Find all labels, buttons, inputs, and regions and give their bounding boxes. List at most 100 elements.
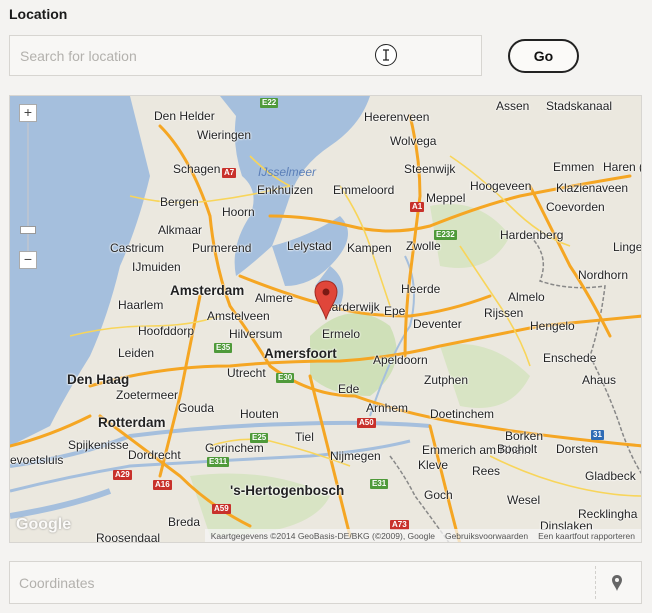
location-search-box[interactable] [9,35,482,76]
map-city-label: Gorinchem [205,441,264,455]
map-city-label: Zoetermeer [116,388,179,402]
go-button[interactable]: Go [508,39,579,73]
location-marker-icon[interactable] [314,280,338,320]
map-city-label: Steenwijk [404,162,456,176]
map-city-label: Alkmaar [158,223,203,237]
road-shield: 31 [591,430,604,440]
road-shield: A7 [222,168,237,178]
map-city-label: Stadskanaal [546,99,613,113]
zoom-out-button[interactable]: − [19,251,37,269]
map-major-city-label: Amersfoort [264,346,337,361]
map-terms-link[interactable]: Gebruiksvoorwaarden [445,531,528,541]
map-city-label: Linge [613,240,642,254]
map-city-label: evoetsluis [10,453,64,467]
map-city-label: Arnhem [366,401,409,415]
map-major-city-label: Den Haag [67,372,130,387]
map-city-label: Nijmegen [330,449,381,463]
map-city-label: Spijkenisse [68,438,129,452]
map-city-label: Roosendaal [96,531,161,543]
map-city-label: Utrecht [227,366,266,380]
map-city-label: Epe [384,304,406,318]
map-city-label: Klazienaveen [556,181,629,195]
map-city-label: Goch [424,488,453,502]
location-label: Location [9,6,68,22]
map-city-label: Wieringen [197,128,252,142]
map-city-label: Castricum [110,241,165,255]
map-city-label: Heerde [401,282,441,296]
map-city-label: Hardenberg [500,228,564,242]
map-city-label: Haarlem [118,298,164,312]
map-city-label: Gouda [178,401,215,415]
map-city-label: Heerenveen [364,110,430,124]
map-attribution-text: Kaartgegevens ©2014 GeoBasis-DE/BKG (©20… [210,530,435,541]
map-pin-icon[interactable] [606,573,628,593]
road-shield: E232 [434,230,457,240]
map-city-label: Gladbeck [585,469,636,483]
location-search-input[interactable] [10,36,481,75]
map-major-city-label: Amsterdam [170,283,245,298]
map-city-label: Ahaus [582,373,617,387]
map-city-label: Emmeloord [333,183,395,197]
road-shield: E22 [260,98,279,108]
map-city-label: Assen [496,99,530,113]
map-city-label: Dorsten [556,442,599,456]
map-city-label: Recklingha [578,507,638,521]
map-city-label: Ermelo [322,327,361,341]
zoom-control[interactable]: + − [19,104,37,269]
map-view[interactable]: IJsselmeer Den Helder Wieringen Schagen Enk… [9,95,642,543]
zoom-slider-handle[interactable] [20,226,36,234]
map-city-label: Houten [240,407,279,421]
map-city-label: Haren ( [603,160,642,174]
map-city-label: Lelystad [287,239,332,253]
map-city-label: Zutphen [424,373,469,387]
road-shield: E30 [276,373,295,383]
map-city-label: Amstelveen [207,309,270,323]
map-city-label: Enkhuizen [257,183,314,197]
map-city-label: Borken [505,429,544,443]
map-city-label: Bocholt [497,442,538,456]
map-city-label: Den Helder [154,109,215,123]
road-shield: A29 [113,470,132,480]
coordinates-divider [595,566,596,599]
map-city-label: Apeldoorn [373,353,428,367]
map-city-label: Hoofddorp [138,324,195,338]
map-city-label: IJmuiden [132,260,181,274]
map-city-label: Coevorden [546,200,605,214]
map-city-label: Hengelo [530,319,575,333]
map-city-label: Kleve [418,458,449,472]
map-city-label: Schagen [173,162,221,176]
road-shield: A16 [153,480,172,490]
map-report-error-link[interactable]: Een kaartfout rapporteren [538,531,635,541]
google-logo: Google [16,516,72,533]
map-attribution-bar: Kaartgegevens ©2014 GeoBasis-DE/BKG (©20… [204,529,641,542]
map-city-label: Breda [168,515,201,529]
road-shield: E311 [207,457,230,467]
map-city-label: Dordrecht [128,448,181,462]
road-shield: E35 [214,343,233,353]
road-shield: A50 [357,418,376,428]
coordinates-input[interactable] [10,562,593,603]
map-major-city-label: 's-Hertogenbosch [230,483,345,498]
map-city-label: Zwolle [406,239,441,253]
map-city-label: Enschede [543,351,597,365]
map-city-label: Tiel [295,430,314,444]
map-city-label: Bergen [160,195,199,209]
map-city-label: Hilversum [229,327,283,341]
map-city-label: Rijssen [484,306,524,320]
map-city-label: Purmerend [192,241,252,255]
map-city-label: Nordhorn [578,268,629,282]
zoom-slider-track[interactable] [27,123,29,263]
map-city-label: Emmen [553,160,595,174]
road-shield: E31 [370,479,389,489]
map-city-label: Kampen [347,241,392,255]
map-major-city-label: Rotterdam [98,415,166,430]
map-city-label: Rees [472,464,501,478]
coordinates-box[interactable] [9,561,642,604]
road-shield: E25 [250,433,269,443]
zoom-in-button[interactable]: + [19,104,37,122]
map-water-label: IJsselmeer [258,165,317,179]
map-city-label: Wolvega [390,134,437,148]
map-city-label: Wesel [507,493,541,507]
map-city-label: Hoogeveen [470,179,532,193]
map-city-label: Almelo [508,290,545,304]
